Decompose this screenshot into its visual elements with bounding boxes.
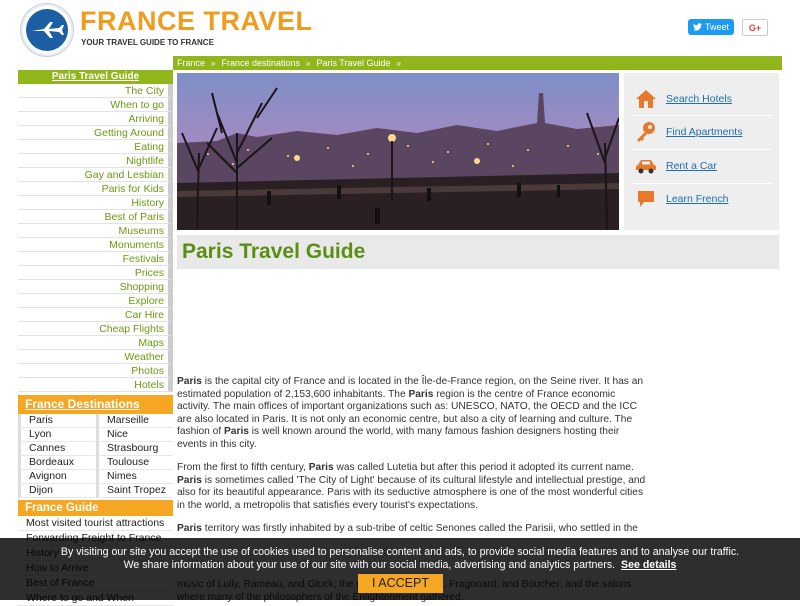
house-icon <box>634 87 658 111</box>
quick-links-panel: Search Hotels Find Apartments Rent a Car… <box>624 73 779 230</box>
sidebar-item-history[interactable]: History <box>18 196 173 210</box>
divider <box>632 149 772 150</box>
cookie-text-line2-body: We share information about your use of o… <box>123 559 616 571</box>
rent-a-car-link[interactable]: Rent a Car <box>634 151 772 181</box>
page-title: Paris Travel Guide <box>182 240 366 263</box>
destination-marseille[interactable]: Marseille <box>96 414 173 428</box>
key-icon <box>634 120 658 144</box>
destinations-grid: Paris Marseille Lyon Nice Cannes Strasbourg Bo… <box>18 414 173 498</box>
destination-saint-tropez[interactable]: Saint Tropez <box>96 484 173 498</box>
learn-french-link[interactable]: Learn French <box>634 184 772 214</box>
divider <box>632 115 772 116</box>
destination-bordeaux[interactable]: Bordeaux <box>18 456 95 470</box>
cookie-text-line1: By visiting our site you accept the use … <box>60 546 740 558</box>
destination-cannes[interactable]: Cannes <box>18 442 95 456</box>
sidebar-item-the-city[interactable]: The City <box>18 84 173 98</box>
car-icon <box>634 154 658 178</box>
sidebar-item-weather[interactable]: Weather <box>18 350 173 364</box>
tweet-label: Tweet <box>704 22 729 32</box>
destination-dijon[interactable]: Dijon <box>18 484 95 498</box>
sidebar-item-prices[interactable]: Prices <box>18 266 173 280</box>
sidebar-item-shopping[interactable]: Shopping <box>18 280 173 294</box>
cookie-banner: By visiting our site you accept the use … <box>0 538 800 600</box>
search-hotels-label: Search Hotels <box>666 93 732 105</box>
sidebar-guide-heading[interactable]: Paris Travel Guide <box>18 70 173 84</box>
twitter-bird-icon <box>692 23 702 31</box>
breadcrumb-separator: » <box>306 58 311 68</box>
sidebar-item-when-to-go[interactable]: When to go <box>18 98 173 112</box>
france-guide-heading: France Guide <box>18 500 173 516</box>
google-plus-icon: G+ <box>748 22 762 33</box>
sidebar-item-monuments[interactable]: Monuments <box>18 238 173 252</box>
article-paragraph: From the first to fifth century, Paris w… <box>177 462 646 511</box>
destination-strasbourg[interactable]: Strasbourg <box>96 442 173 456</box>
search-hotels-link[interactable]: Search Hotels <box>634 84 772 114</box>
sidebar-item-arriving[interactable]: Arriving <box>18 112 173 126</box>
sidebar-item-eating[interactable]: Eating <box>18 140 173 154</box>
sidebar-item-hotels[interactable]: Hotels <box>18 378 173 392</box>
tweet-button[interactable]: Tweet <box>688 19 734 35</box>
sidebar-item-gay-and-lesbian[interactable]: Gay and Lesbian <box>18 168 173 182</box>
breadcrumb-france[interactable]: France <box>177 58 205 68</box>
sidebar-item-festivals[interactable]: Festivals <box>18 252 173 266</box>
google-plus-button[interactable]: G+ <box>742 19 768 36</box>
learn-french-label: Learn French <box>666 193 729 205</box>
destination-nice[interactable]: Nice <box>96 428 173 442</box>
sidebar-item-photos[interactable]: Photos <box>18 364 173 378</box>
article-paragraph: Paris is the capital city of France and … <box>177 376 644 450</box>
breadcrumb-separator: » <box>396 58 401 68</box>
sidebar-item-paris-for-kids[interactable]: Paris for Kids <box>18 182 173 196</box>
sidebar-item-nightlife[interactable]: Nightlife <box>18 154 173 168</box>
find-apartments-label: Find Apartments <box>666 126 743 138</box>
destination-toulouse[interactable]: Toulouse <box>96 456 173 470</box>
site-logo[interactable] <box>20 3 74 57</box>
site-title[interactable]: FRANCE TRAVEL <box>80 6 313 37</box>
article-paragraph: Paris territory was firstly inhabited by… <box>177 523 638 534</box>
cookie-text-line2: We share information about your use of o… <box>0 559 800 571</box>
see-details-link[interactable]: See details <box>621 559 676 571</box>
hero-image-paris-night <box>177 73 619 230</box>
breadcrumb: France » France destinations » Paris Tra… <box>173 56 782 70</box>
sidebar-item-best-of-paris[interactable]: Best of Paris <box>18 210 173 224</box>
guide-nav-list: The City When to go Arriving Getting Around… <box>18 84 173 392</box>
sidebar-item-explore[interactable]: Explore <box>18 294 173 308</box>
breadcrumb-separator: » <box>211 58 216 68</box>
sidebar-item-getting-around[interactable]: Getting Around <box>18 126 173 140</box>
destination-nimes[interactable]: Nimes <box>96 470 173 484</box>
sidebar: Paris Travel Guide The City When to go Arr… <box>18 70 173 606</box>
destination-avignon[interactable]: Avignon <box>18 470 95 484</box>
destinations-heading[interactable]: France Destinations <box>18 395 173 414</box>
breadcrumb-paris-travel-guide[interactable]: Paris Travel Guide <box>316 58 390 68</box>
france-guide-item-most-visited-tourist-attractions[interactable]: Most visited tourist attractions <box>18 516 173 531</box>
destination-paris[interactable]: Paris <box>18 414 95 428</box>
sidebar-item-maps[interactable]: Maps <box>18 336 173 350</box>
sidebar-item-car-hire[interactable]: Car Hire <box>18 308 173 322</box>
sidebar-item-museums[interactable]: Museums <box>18 224 173 238</box>
site-header: FRANCE TRAVEL YOUR TRAVEL GUIDE TO FRANC… <box>18 0 782 57</box>
sidebar-item-cheap-flights[interactable]: Cheap Flights <box>18 322 173 336</box>
destination-lyon[interactable]: Lyon <box>18 428 95 442</box>
article-body: Paris is the capital city of France and … <box>177 376 647 603</box>
site-tagline: YOUR TRAVEL GUIDE TO FRANCE <box>81 38 214 47</box>
find-apartments-link[interactable]: Find Apartments <box>634 117 772 147</box>
speech-bubble-icon <box>634 187 658 211</box>
rent-a-car-label: Rent a Car <box>666 160 717 172</box>
accept-cookies-button[interactable]: I ACCEPT <box>358 574 443 593</box>
page-title-bar: Paris Travel Guide <box>177 235 779 269</box>
breadcrumb-france-destinations[interactable]: France destinations <box>221 58 300 68</box>
airplane-icon <box>26 9 68 51</box>
